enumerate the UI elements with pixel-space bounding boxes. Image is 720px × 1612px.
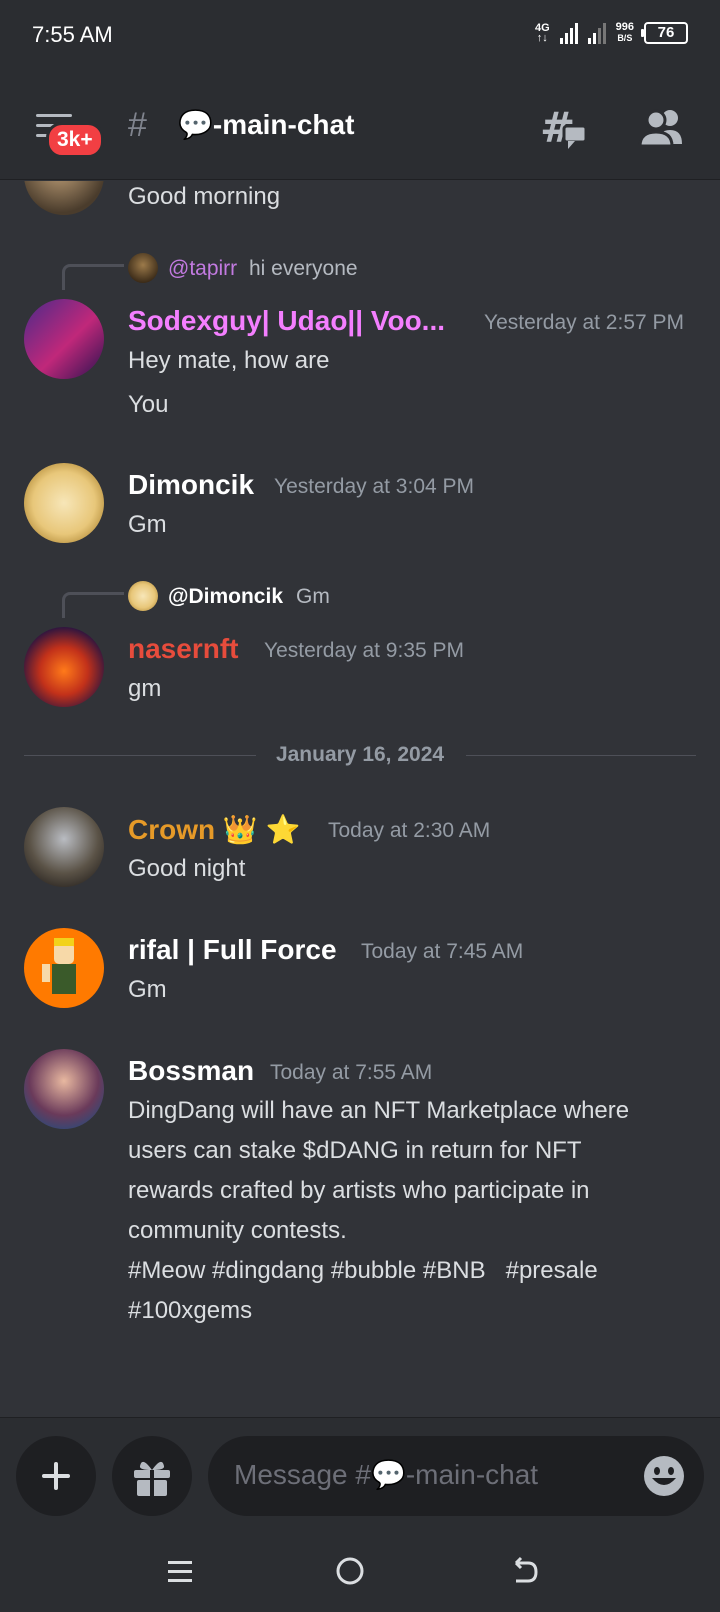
message-composer: Message #💬-main-chat xyxy=(0,1417,720,1527)
signal-icon-2 xyxy=(587,22,606,44)
network-speed: 996 B/S xyxy=(615,21,634,44)
recent-apps-icon[interactable] xyxy=(160,1551,200,1591)
message-list[interactable]: Good morning @tapirr hi everyone Sodexgu… xyxy=(0,181,720,1417)
message-text: Hey mate, how are xyxy=(128,347,330,374)
unread-badge: 3k+ xyxy=(46,122,104,158)
threads-icon[interactable]: # xyxy=(540,103,592,156)
message-timestamp: Today at 7:45 AM xyxy=(361,940,524,963)
message-timestamp: Today at 7:55 AM xyxy=(270,1061,433,1084)
message-text: users can stake $dDANG in return for NFT xyxy=(128,1137,582,1164)
message-text: gm xyxy=(128,675,162,702)
back-icon[interactable] xyxy=(504,1551,544,1591)
reply-text[interactable]: Gm xyxy=(296,585,330,609)
plus-icon xyxy=(42,1462,70,1490)
signal-icon xyxy=(559,22,578,44)
message-text: Good morning xyxy=(128,183,281,210)
avatar[interactable] xyxy=(24,627,104,707)
message-username[interactable]: Bossman xyxy=(128,1055,254,1087)
gift-icon xyxy=(134,1461,170,1496)
channel-title: 💬-main-chat xyxy=(178,109,355,140)
message-text: rewards crafted by artists who participa… xyxy=(128,1177,590,1204)
avatar[interactable] xyxy=(24,807,104,887)
add-attachment-button[interactable] xyxy=(16,1436,96,1516)
avatar[interactable] xyxy=(24,299,104,379)
avatar[interactable] xyxy=(24,1049,104,1129)
status-icons: 4G ↑↓ 996 B/S 76 xyxy=(535,22,688,44)
message-username[interactable]: Crown 👑 ⭐ xyxy=(128,813,300,846)
message-text: Gm xyxy=(128,976,167,1003)
members-icon[interactable] xyxy=(636,104,688,156)
message-text: You xyxy=(128,391,169,418)
message-text: Good night xyxy=(128,855,246,882)
message-timestamp: Today at 2:30 AM xyxy=(328,819,491,842)
reply-username[interactable]: @Dimoncik xyxy=(168,585,283,609)
message-timestamp: Yesterday at 3:04 PM xyxy=(274,475,475,498)
message-text: #Meow #dingdang #bubble #BNB #presale xyxy=(128,1257,598,1284)
date-divider-text: January 16, 2024 xyxy=(275,743,445,766)
system-nav-bar xyxy=(0,1527,720,1612)
message-text: #100xgems xyxy=(128,1297,253,1324)
message-text: DingDang will have an NFT Marketplace wh… xyxy=(128,1097,630,1124)
message-input[interactable]: Message #💬-main-chat xyxy=(208,1436,704,1516)
avatar[interactable] xyxy=(24,463,104,543)
home-icon[interactable] xyxy=(330,1551,370,1591)
message-text: Gm xyxy=(128,511,167,538)
status-bar: 7:55 AM 4G ↑↓ 996 B/S 76 xyxy=(0,0,720,74)
reply-avatar xyxy=(128,581,158,611)
message-username[interactable]: Dimoncik xyxy=(128,469,254,501)
network-type: 4G ↑↓ xyxy=(534,22,550,44)
gift-button[interactable] xyxy=(112,1436,192,1516)
channel-hash-icon: # xyxy=(128,106,147,144)
date-divider: January 16, 2024 xyxy=(24,741,696,771)
message-username[interactable]: nasernft xyxy=(128,633,238,665)
message-timestamp: Yesterday at 9:35 PM xyxy=(264,639,465,662)
battery-icon: 76 xyxy=(641,22,688,44)
reply-connector xyxy=(62,592,124,618)
emoji-picker-button[interactable] xyxy=(642,1454,686,1498)
message-username[interactable]: Sodexguy| Udao|| Voo... xyxy=(128,305,445,337)
message-input-placeholder: Message #💬-main-chat xyxy=(234,1459,539,1490)
message-timestamp: Yesterday at 2:57 PM xyxy=(484,311,685,334)
avatar[interactable] xyxy=(24,181,104,215)
message-username[interactable]: rifal | Full Force xyxy=(128,934,337,966)
reply-username[interactable]: @tapirr xyxy=(168,257,237,281)
reply-connector xyxy=(62,264,124,290)
reply-avatar xyxy=(128,253,158,283)
message-text: community contests. xyxy=(128,1217,347,1244)
reply-text[interactable]: hi everyone xyxy=(249,257,358,281)
status-time: 7:55 AM xyxy=(32,22,113,47)
channel-header: # 💬-main-chat # xyxy=(0,74,720,180)
avatar[interactable] xyxy=(24,928,104,1008)
emoji-icon xyxy=(644,1456,684,1496)
